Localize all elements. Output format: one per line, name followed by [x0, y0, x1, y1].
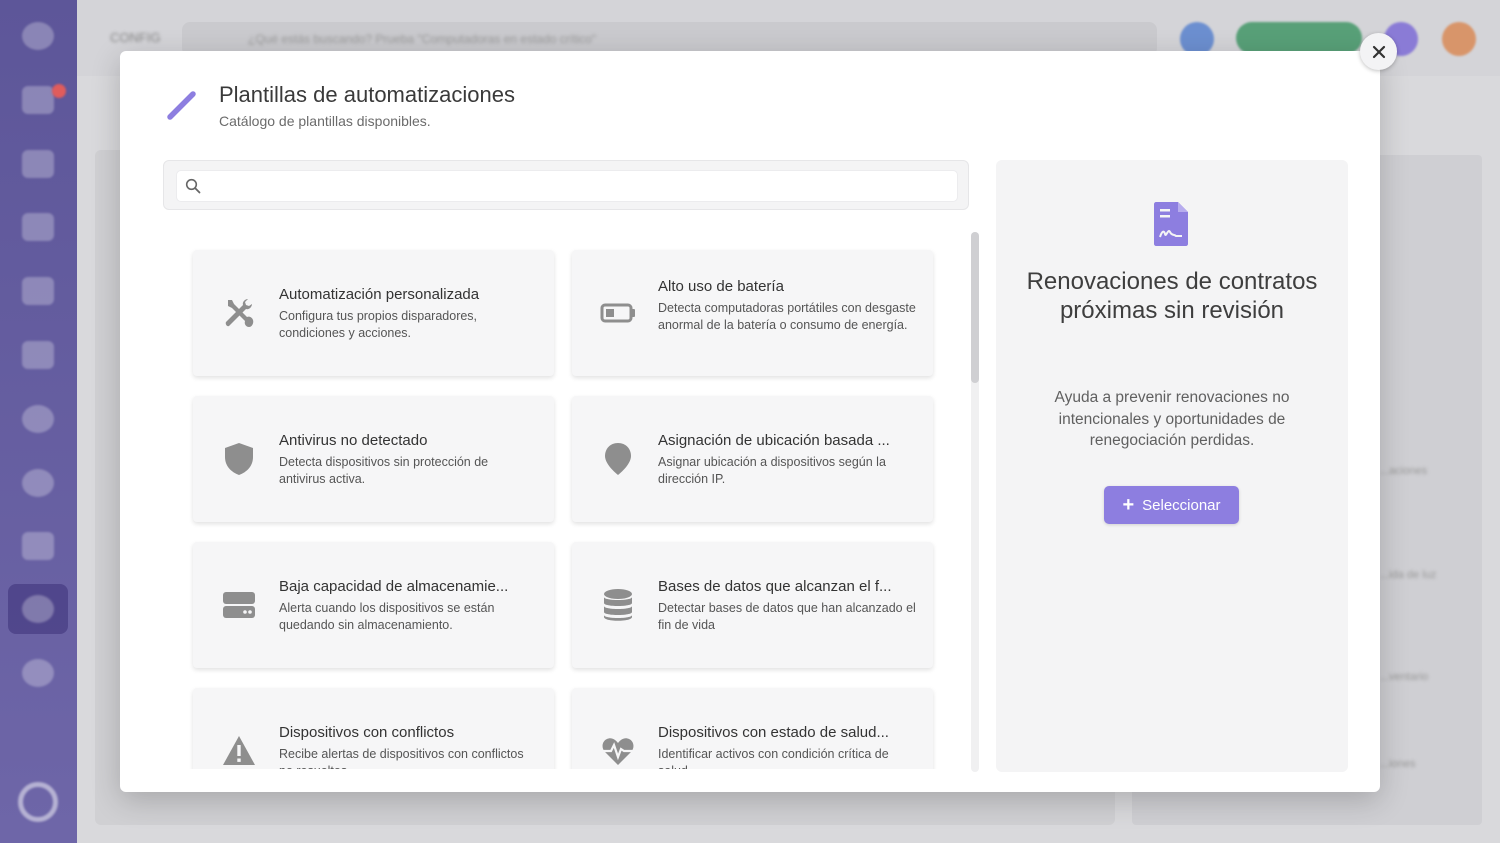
- template-card-title: Dispositivos con estado de salud...: [658, 724, 889, 741]
- app-logo-icon: [18, 782, 58, 822]
- template-card-devices-with-conflicts[interactable]: Dispositivos con conflictos Recibe alert…: [193, 688, 554, 769]
- close-modal-button[interactable]: [1360, 33, 1397, 70]
- battery-icon: [600, 303, 635, 323]
- contract-document-icon: [1154, 202, 1188, 246]
- hard-drive-icon: [223, 592, 255, 618]
- template-card-description: Identificar activos con condición crític…: [658, 747, 889, 769]
- template-card-device-health-status[interactable]: Dispositivos con estado de salud... Iden…: [572, 688, 933, 769]
- modal-title: Plantillas de automatizaciones: [219, 82, 515, 107]
- template-card-ip-location-assignment[interactable]: Asignación de ubicación basada ... Asign…: [572, 396, 933, 522]
- template-detail-description: Ayuda a prevenir renovaciones no intenci…: [1054, 389, 1290, 449]
- warning-icon: [223, 736, 255, 765]
- template-card-description: Configura tus propios disparadores, cond…: [279, 309, 478, 340]
- template-card-title: Asignación de ubicación basada ...: [658, 432, 890, 449]
- sidebar-storage-icon[interactable]: [22, 341, 54, 369]
- sidebar-users-icon[interactable]: [22, 213, 54, 241]
- template-card-antivirus-not-detected[interactable]: Antivirus no detectado Detecta dispositi…: [193, 396, 554, 522]
- sidebar-home-icon[interactable]: [22, 22, 54, 50]
- template-detail-title: Renovaciones de contratos próximas sin r…: [1026, 268, 1318, 324]
- template-card-description: Asignar ubicación a dispositivos según l…: [658, 455, 886, 486]
- template-card-description: Detectar bases de datos que han alcanzad…: [658, 601, 916, 632]
- template-card-high-battery-usage[interactable]: Alto uso de batería Detecta computadoras…: [572, 250, 933, 376]
- select-template-button[interactable]: + Seleccionar: [1104, 486, 1239, 524]
- template-card-custom-automation[interactable]: Automatización personalizada Configura t…: [193, 250, 554, 376]
- sidebar-settings-icon[interactable]: [22, 595, 54, 623]
- sidebar-history-icon[interactable]: [22, 469, 54, 497]
- shield-icon: [225, 443, 253, 475]
- search-icon: [185, 178, 201, 194]
- automation-templates-modal: Plantillas de automatizaciones Catálogo …: [120, 51, 1380, 792]
- background-search-placeholder: ¿Qué estás buscando? Prueba "Computadora…: [248, 32, 597, 46]
- sidebar-globe-icon[interactable]: [22, 405, 54, 433]
- tools-icon: [225, 299, 254, 327]
- background-right-snippet: ...ventario: [1380, 671, 1429, 683]
- background-right-snippet: ...iones: [1380, 758, 1416, 770]
- template-card-title: Baja capacidad de almacenamie...: [279, 578, 509, 595]
- app-sidebar: [0, 0, 77, 843]
- sidebar-table-icon[interactable]: [22, 150, 54, 178]
- database-icon: [604, 589, 632, 621]
- background-nuevo-button[interactable]: [1236, 22, 1362, 54]
- template-grid: Automatización personalizada Configura t…: [180, 237, 960, 769]
- template-search-box: [176, 170, 958, 202]
- background-right-snippet: ...ida de luz: [1380, 569, 1437, 581]
- template-card-title: Alto uso de batería: [658, 278, 784, 295]
- location-pin-icon: [605, 443, 631, 475]
- template-card-description: Recibe alertas de dispositivos con confl…: [279, 747, 524, 769]
- template-card-title: Automatización personalizada: [279, 286, 480, 303]
- template-list-scrollbar-thumb[interactable]: [971, 232, 979, 383]
- close-icon: [1372, 45, 1385, 58]
- template-card-databases-end-of-life[interactable]: Bases de datos que alcanzan el f... Dete…: [572, 542, 933, 668]
- template-search-input[interactable]: [207, 171, 947, 201]
- sidebar-sparkle-icon[interactable]: [22, 532, 54, 560]
- template-card-description: Alerta cuando los dispositivos se están …: [279, 601, 495, 632]
- background-avatar[interactable]: [1442, 22, 1476, 56]
- background-right-snippet: ...aciones: [1380, 465, 1428, 477]
- template-card-title: Antivirus no detectado: [279, 432, 428, 449]
- sidebar-chat-icon[interactable]: [22, 659, 54, 687]
- sidebar-notification-badge: [52, 84, 66, 98]
- template-card-low-storage[interactable]: Baja capacidad de almacenamie... Alerta …: [193, 542, 554, 668]
- template-card-title: Dispositivos con conflictos: [279, 724, 455, 741]
- template-search-container: [163, 160, 969, 210]
- sidebar-inbox-icon[interactable]: [22, 86, 54, 114]
- template-card-title: Bases de datos que alcanzan el f...: [658, 578, 892, 595]
- modal-subtitle: Catálogo de plantillas disponibles.: [219, 113, 431, 129]
- pencil-icon: [167, 91, 196, 120]
- template-detail-panel: Renovaciones de contratos próximas sin r…: [996, 160, 1348, 772]
- template-card-description: Detecta dispositivos sin protección de a…: [279, 455, 489, 486]
- template-card-description: Detecta computadoras portátiles con desg…: [658, 301, 916, 332]
- plus-icon: +: [1122, 494, 1135, 516]
- select-button-label: Seleccionar: [1142, 496, 1221, 514]
- sidebar-network-icon[interactable]: [22, 277, 54, 305]
- background-page-title: CONFIG: [110, 30, 161, 45]
- heartbeat-icon: [602, 738, 634, 765]
